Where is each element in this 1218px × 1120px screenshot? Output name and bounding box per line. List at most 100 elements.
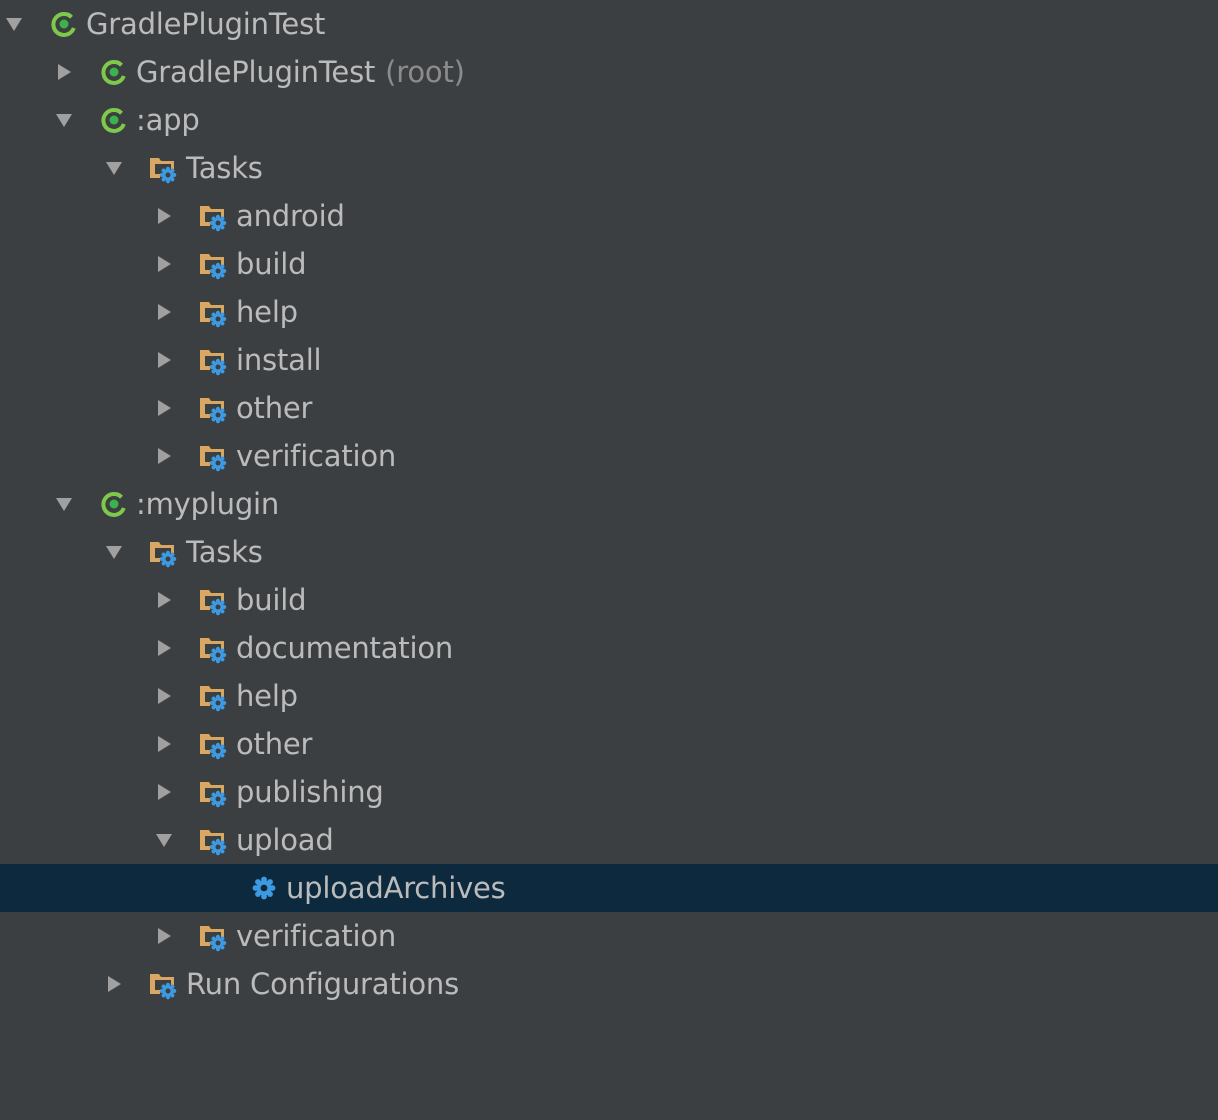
tree-row-verification[interactable]: verification — [0, 912, 1218, 960]
tree-row-label: Tasks — [186, 151, 263, 185]
tree-row-label: GradlePluginTest (root) — [136, 55, 465, 89]
task-folder-icon — [198, 824, 230, 856]
task-folder-icon — [198, 200, 230, 232]
tree-row-verification[interactable]: verification — [0, 432, 1218, 480]
expand-arrow-right-icon[interactable] — [102, 972, 126, 996]
expand-arrow-right-icon[interactable] — [152, 780, 176, 804]
node-name: Tasks — [186, 151, 263, 185]
node-name: documentation — [236, 631, 454, 665]
expand-arrow-right-icon[interactable] — [152, 204, 176, 228]
node-name: :app — [136, 103, 200, 137]
tree-row-publishing[interactable]: publishing — [0, 768, 1218, 816]
tree-row-label: build — [236, 247, 307, 281]
tree-row-other[interactable]: other — [0, 720, 1218, 768]
tree-row-other[interactable]: other — [0, 384, 1218, 432]
expand-arrow-right-icon[interactable] — [152, 684, 176, 708]
tree-row-label: publishing — [236, 775, 384, 809]
node-name: install — [236, 343, 322, 377]
node-name: GradlePluginTest — [136, 55, 376, 89]
task-folder-icon — [198, 440, 230, 472]
tree-row-label: GradlePluginTest — [86, 7, 325, 41]
tree-row-tasks[interactable]: Tasks — [0, 528, 1218, 576]
tree-row-uploadarchives[interactable]: uploadArchives — [0, 864, 1218, 912]
expand-arrow-right-icon[interactable] — [152, 348, 176, 372]
tree-row-label: verification — [236, 439, 396, 473]
tree-row-android[interactable]: android — [0, 192, 1218, 240]
tree-row-label: :app — [136, 103, 200, 137]
node-name: :myplugin — [136, 487, 280, 521]
tree-row-label: android — [236, 199, 345, 233]
node-name: publishing — [236, 775, 384, 809]
node-name: uploadArchives — [286, 871, 506, 905]
gradle-project-icon — [98, 56, 130, 88]
expand-arrow-right-icon[interactable] — [152, 444, 176, 468]
expand-arrow-right-icon[interactable] — [152, 252, 176, 276]
tree-row-build[interactable]: build — [0, 240, 1218, 288]
task-folder-icon — [148, 968, 180, 1000]
tree-row-gradleplugintest[interactable]: GradlePluginTest — [0, 0, 1218, 48]
tree-row-build[interactable]: build — [0, 576, 1218, 624]
tree-row-help[interactable]: help — [0, 672, 1218, 720]
tree-row-gradleplugintest[interactable]: GradlePluginTest (root) — [0, 48, 1218, 96]
expand-arrow-right-icon[interactable] — [152, 636, 176, 660]
gradle-project-icon — [98, 104, 130, 136]
tree-row-label: documentation — [236, 631, 453, 665]
tree-row-label: Tasks — [186, 535, 263, 569]
task-folder-icon — [198, 920, 230, 952]
tree-row-run-configurations[interactable]: Run Configurations — [0, 960, 1218, 1008]
node-name: verification — [236, 919, 397, 953]
tree-row-label: uploadArchives — [286, 871, 506, 905]
expand-arrow-right-icon[interactable] — [152, 588, 176, 612]
gradle-project-icon — [98, 488, 130, 520]
task-folder-icon — [198, 392, 230, 424]
node-name: build — [236, 247, 307, 281]
node-name: help — [236, 295, 298, 329]
tree-row-install[interactable]: install — [0, 336, 1218, 384]
tree-row-documentation[interactable]: documentation — [0, 624, 1218, 672]
expand-arrow-down-icon[interactable] — [52, 492, 76, 516]
node-name: upload — [236, 823, 334, 857]
tree-row-myplugin[interactable]: :myplugin — [0, 480, 1218, 528]
task-folder-icon — [198, 728, 230, 760]
node-name: other — [236, 391, 313, 425]
expand-arrow-right-icon[interactable] — [152, 732, 176, 756]
tree-row-label: verification — [236, 919, 396, 953]
tree-row-label: other — [236, 727, 312, 761]
expand-arrow-down-icon[interactable] — [102, 540, 126, 564]
node-name: Tasks — [186, 535, 263, 569]
tree-row-label: help — [236, 295, 298, 329]
expand-arrow-down-icon[interactable] — [152, 828, 176, 852]
tree-row-label: install — [236, 343, 322, 377]
tree-row-upload[interactable]: upload — [0, 816, 1218, 864]
node-name: build — [236, 583, 307, 617]
expand-arrow-down-icon[interactable] — [102, 156, 126, 180]
tree-row-label: upload — [236, 823, 334, 857]
root-suffix: (root) — [385, 55, 465, 89]
node-name: android — [236, 199, 345, 233]
tree-row-label: build — [236, 583, 307, 617]
node-name: help — [236, 679, 298, 713]
node-name: Run Configurations — [186, 967, 460, 1001]
tree-row-label: help — [236, 679, 298, 713]
expand-arrow-right-icon[interactable] — [152, 924, 176, 948]
tree-row-label: Run Configurations — [186, 967, 459, 1001]
expand-arrow-right-icon[interactable] — [52, 60, 76, 84]
gradle-project-icon — [48, 8, 80, 40]
gradle-project-tree: GradlePluginTest GradlePluginTest (root) :a… — [0, 0, 1218, 1120]
tree-row-label: other — [236, 391, 312, 425]
expand-arrow-down-icon[interactable] — [2, 12, 26, 36]
expand-arrow-down-icon[interactable] — [52, 108, 76, 132]
tree-row-label: :myplugin — [136, 487, 279, 521]
tree-row-app[interactable]: :app — [0, 96, 1218, 144]
task-folder-icon — [198, 248, 230, 280]
tree-row-help[interactable]: help — [0, 288, 1218, 336]
node-name: GradlePluginTest — [86, 7, 326, 41]
tree-row-tasks[interactable]: Tasks — [0, 144, 1218, 192]
expand-arrow-right-icon[interactable] — [152, 300, 176, 324]
task-folder-icon — [148, 536, 180, 568]
gear-icon — [248, 872, 280, 904]
task-folder-icon — [198, 584, 230, 616]
task-folder-icon — [198, 296, 230, 328]
task-folder-icon — [198, 776, 230, 808]
expand-arrow-right-icon[interactable] — [152, 396, 176, 420]
